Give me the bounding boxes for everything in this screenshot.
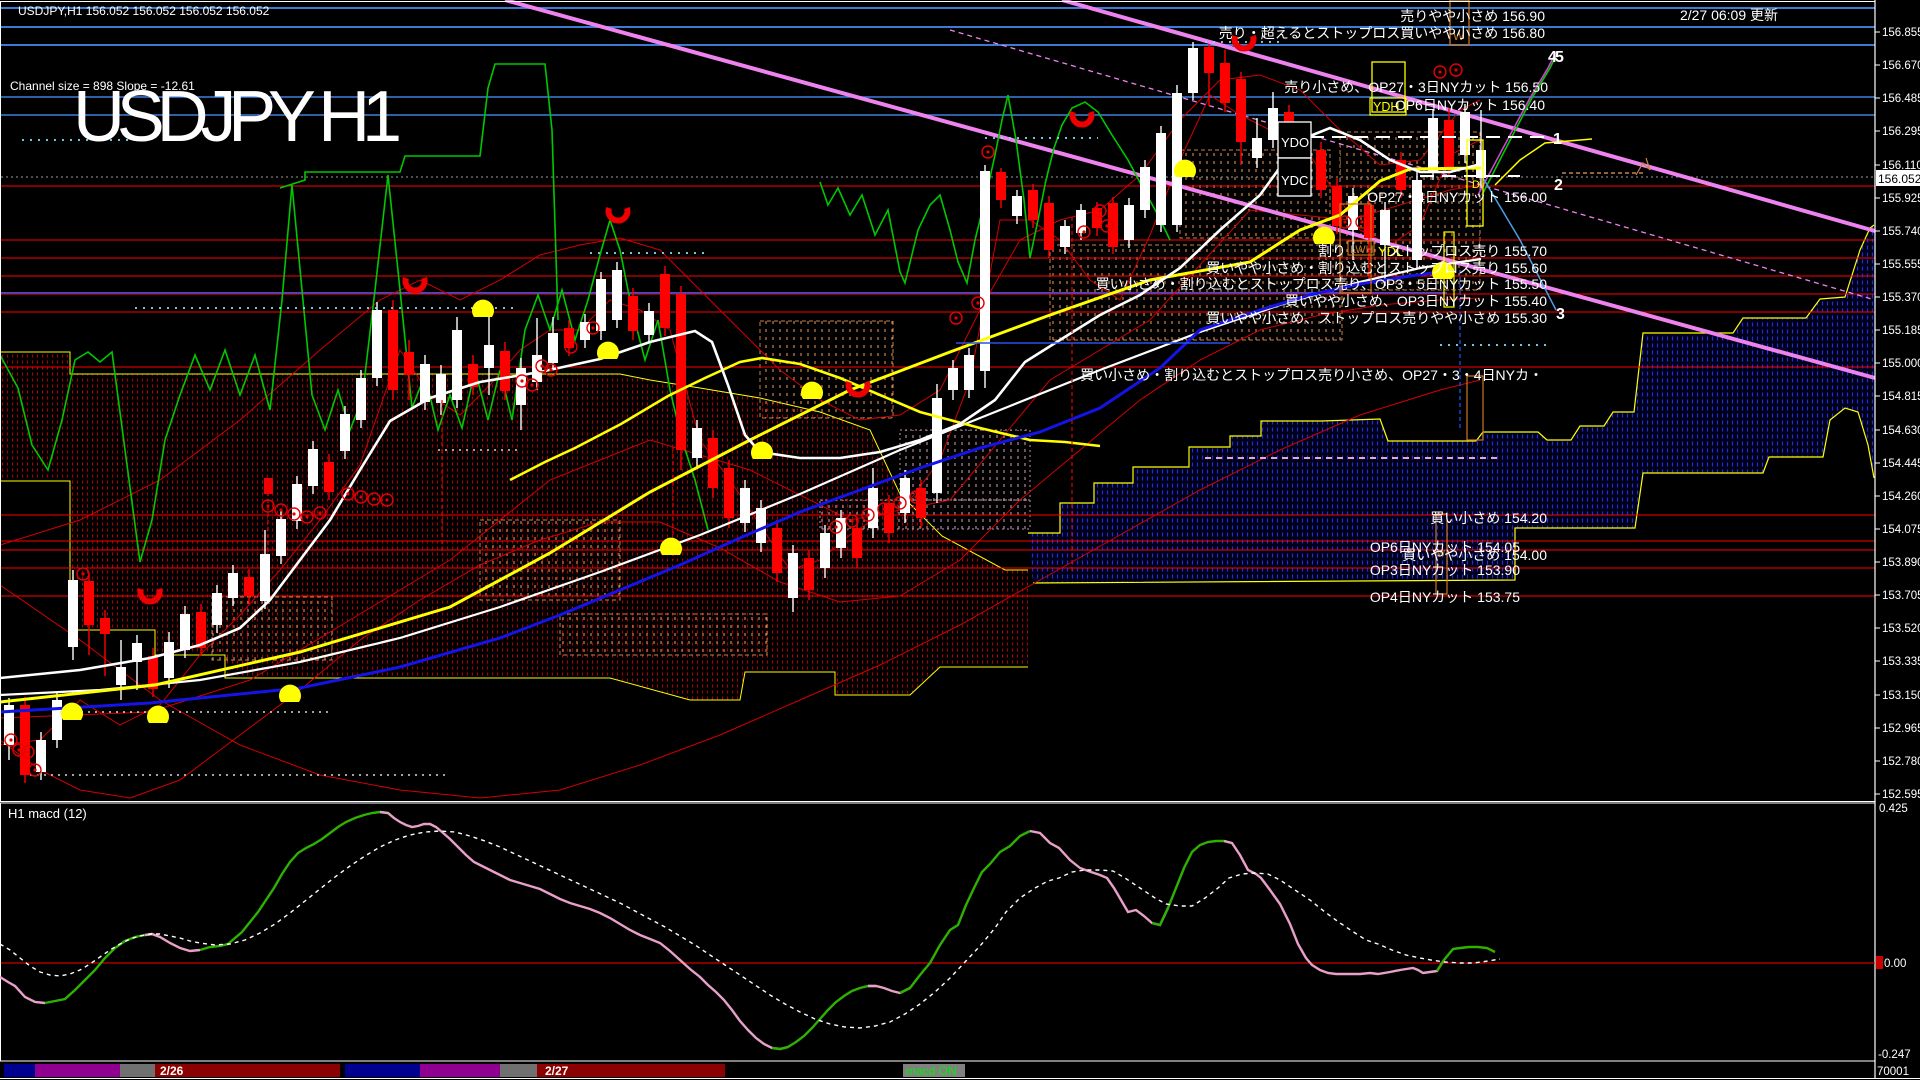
svg-text:152.965: 152.965 xyxy=(1882,723,1920,735)
svg-text:YDC: YDC xyxy=(1281,173,1308,188)
svg-text:155.185: 155.185 xyxy=(1882,325,1920,337)
svg-text:USDJPY,H1 156.052 156.052 156: USDJPY,H1 156.052 156.052 156.052 156.05… xyxy=(18,4,270,18)
svg-text:YDO: YDO xyxy=(1281,135,1309,150)
svg-text:153.150: 153.150 xyxy=(1882,690,1920,702)
svg-text:70001: 70001 xyxy=(1877,1066,1909,1078)
svg-text:USDJPY H1: USDJPY H1 xyxy=(73,77,402,157)
svg-text:154.075: 154.075 xyxy=(1882,524,1920,536)
svg-text:154.445: 154.445 xyxy=(1882,458,1920,470)
svg-text:買い小さめ・割り込むとストップロス売り小さめ、OP27・3・: 買い小さめ・割り込むとストップロス売り小さめ、OP27・3・4日NYカ・ xyxy=(1080,367,1543,383)
svg-text:154.260: 154.260 xyxy=(1882,491,1920,503)
svg-text:156.485: 156.485 xyxy=(1882,93,1920,105)
svg-text:買いやや小さめ、OP3日NYカット 155.40: 買いやや小さめ、OP3日NYカット 155.40 xyxy=(1285,293,1547,309)
svg-text:154.815: 154.815 xyxy=(1882,391,1920,403)
svg-text:3: 3 xyxy=(1556,306,1565,323)
svg-text:買いやや小さめ 154.00: 買いやや小さめ 154.00 xyxy=(1402,547,1547,563)
svg-text:ストップロス売り 155.70: ストップロス売り 155.70 xyxy=(1388,243,1547,259)
svg-text:153.705: 153.705 xyxy=(1882,590,1920,602)
svg-text:OP6日NYカット 156.40: OP6日NYカット 156.40 xyxy=(1395,97,1545,113)
svg-text:2/27 06:09 更新: 2/27 06:09 更新 xyxy=(1680,7,1778,23)
svg-text:2: 2 xyxy=(1554,177,1563,194)
svg-text:155.000: 155.000 xyxy=(1882,358,1920,370)
svg-text:売り小さめ、OP27・3日NYカット 156.50: 売り小さめ、OP27・3日NYカット 156.50 xyxy=(1284,79,1548,95)
svg-text:買いやや小さめ・割り込むとストップロス売り 155.60: 買いやや小さめ・割り込むとストップロス売り 155.60 xyxy=(1206,260,1547,276)
svg-text:152.595: 152.595 xyxy=(1882,789,1920,801)
svg-text:152.780: 152.780 xyxy=(1882,756,1920,768)
svg-text:155.370: 155.370 xyxy=(1882,292,1920,304)
svg-text:買い小さめ・割り込むとストップロス売り、OP3・5日NYカッ: 買い小さめ・割り込むとストップロス売り、OP3・5日NYカット 155.50 xyxy=(1096,276,1548,292)
svg-text:153.335: 153.335 xyxy=(1882,656,1920,668)
svg-text:OP3日NYカット 153.90: OP3日NYカット 153.90 xyxy=(1370,562,1520,578)
svg-text:2/27: 2/27 xyxy=(545,1064,569,1078)
svg-text:1: 1 xyxy=(1553,131,1562,148)
svg-text:155.555: 155.555 xyxy=(1882,259,1920,271)
svg-text:0.00: 0.00 xyxy=(1884,958,1906,970)
svg-text:H1 macd (12): H1 macd (12) xyxy=(8,806,87,821)
svg-text:-0.247: -0.247 xyxy=(1878,1049,1911,1061)
svg-text:LWH: LWH xyxy=(1350,244,1374,256)
svg-text:155.925: 155.925 xyxy=(1882,193,1920,205)
svg-text:2/26: 2/26 xyxy=(160,1064,184,1078)
svg-text:153.520: 153.520 xyxy=(1882,623,1920,635)
svg-text:5: 5 xyxy=(1555,49,1564,66)
svg-text:156.855: 156.855 xyxy=(1882,27,1920,39)
svg-text:売りやや小さめ 156.90: 売りやや小さめ 156.90 xyxy=(1400,8,1545,24)
svg-text:売り・超えるとストップロス買いやや小さめ 156.80: 売り・超えるとストップロス買いやや小さめ 156.80 xyxy=(1219,25,1546,41)
svg-text:買いやや小さめ、ストップロス売りやや小さめ 155.30: 買いやや小さめ、ストップロス売りやや小さめ 155.30 xyxy=(1206,310,1547,326)
svg-text:OP4日NYカット 153.75: OP4日NYカット 153.75 xyxy=(1370,589,1520,605)
svg-text:macd ON: macd ON xyxy=(906,1064,957,1078)
svg-text:156.295: 156.295 xyxy=(1882,126,1920,138)
svg-text:買い小さめ 154.20: 買い小さめ 154.20 xyxy=(1430,510,1547,526)
svg-text:155.740: 155.740 xyxy=(1882,226,1920,238)
svg-text:154.630: 154.630 xyxy=(1882,425,1920,437)
svg-text:156.052: 156.052 xyxy=(1878,172,1920,186)
svg-text:0.425: 0.425 xyxy=(1879,803,1908,815)
svg-text:割り: 割り xyxy=(1318,243,1346,259)
svg-text:OP27・4日NYカット 156.00: OP27・4日NYカット 156.00 xyxy=(1367,189,1547,205)
svg-text:153.890: 153.890 xyxy=(1882,557,1920,569)
svg-text:156.670: 156.670 xyxy=(1882,60,1920,72)
